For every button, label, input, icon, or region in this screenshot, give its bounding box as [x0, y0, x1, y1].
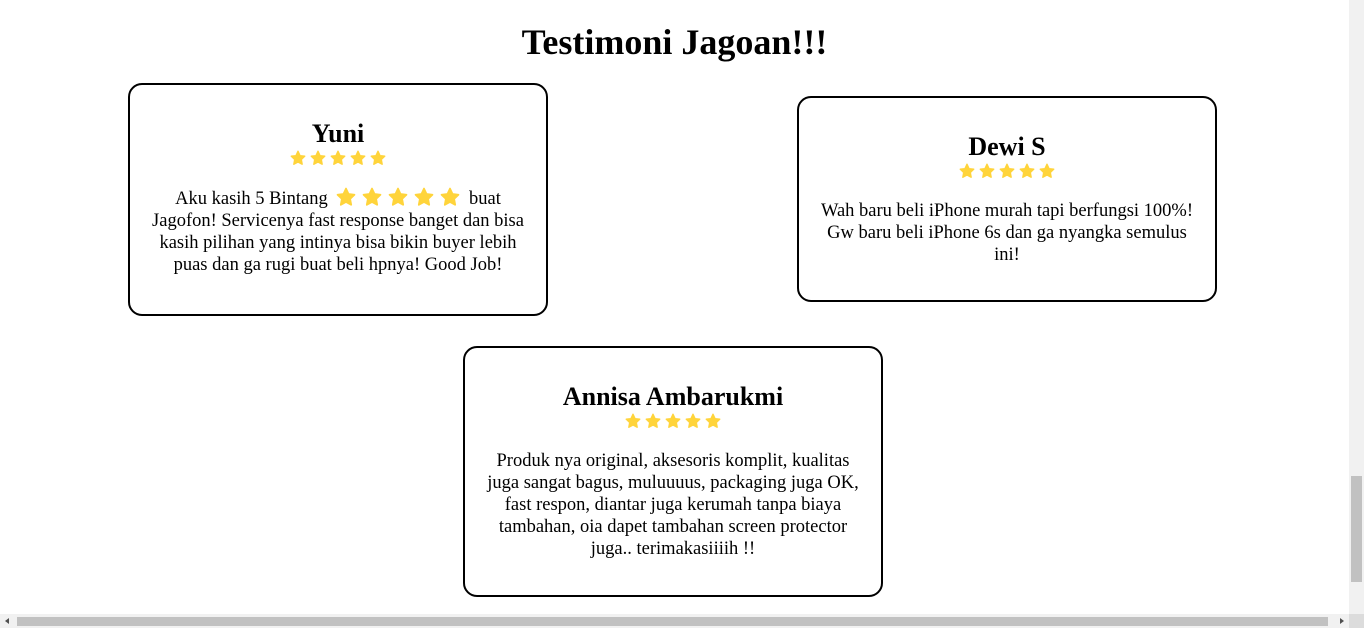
star-icon [1039, 163, 1055, 179]
star-icon [370, 150, 386, 166]
inline-star-rating [336, 187, 460, 207]
star-icon [625, 413, 641, 429]
reviewer-name: Annisa Ambarukmi [562, 382, 784, 411]
star-icon [290, 150, 306, 166]
horizontal-scrollbar-thumb[interactable] [17, 617, 1328, 626]
testimonial-card-annisa-ambarukmi: Annisa Ambarukmi Produk nya original, ak… [463, 346, 883, 597]
reviewer-name: Dewi S [968, 132, 1046, 161]
scroll-left-arrow-icon[interactable] [5, 618, 9, 624]
star-icon [336, 187, 356, 207]
star-icon [999, 163, 1015, 179]
star-icon [645, 413, 661, 429]
star-icon [685, 413, 701, 429]
star-icon [350, 150, 366, 166]
star-rating [146, 149, 530, 167]
reviewer-name: Yuni [311, 119, 365, 148]
star-icon [1019, 163, 1035, 179]
star-rating [481, 412, 865, 430]
star-icon [959, 163, 975, 179]
testimonial-section: Testimoni Jagoan!!! Yuni Aku kasih 5 Bin… [0, 0, 1349, 614]
vertical-scrollbar-thumb[interactable] [1351, 476, 1362, 582]
vertical-scrollbar[interactable] [1349, 0, 1364, 614]
testimonial-text: Produk nya original, aksesoris komplit, … [487, 451, 859, 559]
star-icon [330, 150, 346, 166]
star-icon [440, 187, 460, 207]
star-icon [705, 413, 721, 429]
horizontal-scrollbar[interactable] [0, 614, 1349, 628]
star-icon [665, 413, 681, 429]
star-icon [979, 163, 995, 179]
testimonial-text: Aku kasih 5 Bintang buat Jagofon! Servic… [146, 187, 530, 276]
star-icon [310, 150, 326, 166]
star-rating [815, 162, 1199, 180]
page-title: Testimoni Jagoan!!! [521, 22, 828, 62]
star-icon [414, 187, 434, 207]
star-icon [388, 187, 408, 207]
scroll-right-arrow-icon[interactable] [1340, 618, 1344, 624]
scrollbar-corner [1349, 614, 1364, 628]
testimonial-text-before: Aku kasih 5 Bintang [175, 189, 328, 209]
star-icon [362, 187, 382, 207]
testimonial-card-yuni: Yuni Aku kasih 5 Bintang buat Jagofon! S… [128, 83, 548, 316]
testimonial-card-dewi-s: Dewi S Wah baru beli iPhone murah tapi b… [797, 96, 1217, 302]
testimonial-text: Wah baru beli iPhone murah tapi berfungs… [820, 201, 1193, 265]
